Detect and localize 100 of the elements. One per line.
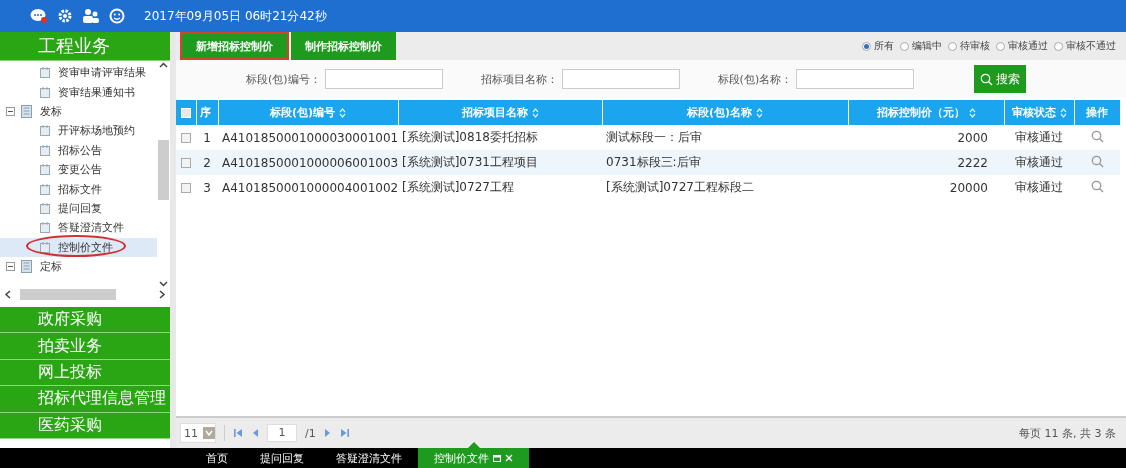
table-cell: 2222 xyxy=(957,155,988,170)
sort-icon[interactable] xyxy=(531,108,539,118)
scroll-up-icon[interactable] xyxy=(159,61,168,70)
last-page-icon[interactable] xyxy=(339,428,350,438)
tree-item[interactable]: 招标文件 xyxy=(0,179,157,199)
datetime-text: 2017年09月05日 06时21分42秒 xyxy=(144,7,327,25)
field-label: 招标项目名称： xyxy=(480,71,558,87)
scrollbar-thumb[interactable] xyxy=(158,140,169,200)
search-icon[interactable] xyxy=(1090,129,1104,143)
radio-label[interactable]: 待审核 xyxy=(960,39,990,53)
table-cell: 20000 xyxy=(949,180,988,195)
taskbar-tab[interactable]: 控制价文件 xyxy=(418,448,529,468)
table-cell: A4101850001000004001002 xyxy=(222,180,398,195)
maximize-icon[interactable] xyxy=(493,454,501,462)
radio-button[interactable] xyxy=(948,41,957,51)
radio-label[interactable]: 编辑中 xyxy=(912,39,942,53)
taskbar-tab[interactable]: 提问回复 xyxy=(244,448,320,468)
radio-button[interactable] xyxy=(900,41,909,51)
document-icon xyxy=(40,67,50,79)
toolbar-button[interactable]: 制作招标控制价 xyxy=(291,32,396,60)
tree-item[interactable]: 控制价文件 xyxy=(0,237,157,257)
table-cell: A4101850001000006001003 xyxy=(222,155,398,170)
page-size-select[interactable]: 11 xyxy=(180,423,216,443)
table-cell: 3 xyxy=(203,180,211,195)
radio-label[interactable]: 审核通过 xyxy=(1008,39,1048,53)
toolbar-button[interactable]: 新增招标控制价 xyxy=(180,32,289,60)
tree-item[interactable]: 提问回复 xyxy=(0,198,157,219)
users-icon[interactable] xyxy=(82,8,100,24)
radio-button[interactable] xyxy=(862,41,871,51)
radio-button[interactable] xyxy=(996,41,1005,51)
field-label: 标段(包)编号： xyxy=(246,71,321,87)
next-page-icon[interactable] xyxy=(323,428,332,438)
collapse-icon[interactable] xyxy=(6,262,15,272)
tree-item[interactable]: 定标 xyxy=(0,256,157,277)
search-icon[interactable] xyxy=(1090,154,1104,168)
taskbar-tab[interactable]: 答疑澄清文件 xyxy=(320,448,418,468)
tree-item[interactable]: 发标 xyxy=(0,101,157,122)
column-header: 序 xyxy=(196,100,218,125)
column-header: 操作 xyxy=(1074,100,1120,125)
sort-icon[interactable] xyxy=(1059,108,1067,118)
input-field[interactable] xyxy=(796,69,915,89)
document-icon xyxy=(40,164,50,176)
sort-icon[interactable] xyxy=(339,108,347,118)
document-icon xyxy=(40,144,50,156)
search-icon xyxy=(980,72,994,86)
checkbox[interactable] xyxy=(181,133,191,143)
tree-item[interactable]: 答疑澄清文件 xyxy=(0,218,157,238)
folder-icon xyxy=(21,104,32,118)
table-cell: 0731标段三:后审 xyxy=(606,155,701,169)
radio-label[interactable]: 所有 xyxy=(874,39,894,53)
first-page-icon[interactable] xyxy=(233,428,243,438)
scrollbar-thumb[interactable] xyxy=(20,289,116,300)
table-cell: 2000 xyxy=(957,130,988,145)
input-field[interactable] xyxy=(324,69,443,89)
scroll-left-icon[interactable] xyxy=(4,290,12,299)
page-summary: 每页 11 条, 共 3 条 xyxy=(1019,425,1117,441)
document-icon xyxy=(40,202,50,214)
page-input[interactable]: 1 xyxy=(267,424,297,442)
search-icon[interactable] xyxy=(1090,179,1104,193)
scroll-down-icon[interactable] xyxy=(159,279,168,288)
field-label: 标段(包)名称： xyxy=(717,71,793,87)
table-cell: 审核通过 xyxy=(1015,155,1063,169)
checkbox[interactable] xyxy=(181,158,191,168)
collapse-icon[interactable] xyxy=(6,106,15,116)
document-icon xyxy=(40,125,50,137)
table-cell: [系统测试]0727工程 xyxy=(402,180,514,194)
sort-icon[interactable] xyxy=(756,108,764,118)
tree-item[interactable]: 资审申请评审结果 xyxy=(0,63,157,83)
document-icon xyxy=(40,183,50,195)
table-cell: 审核通过 xyxy=(1015,130,1063,144)
dropdown-arrow-icon[interactable] xyxy=(203,427,215,439)
sort-icon[interactable] xyxy=(968,108,976,118)
radio-label[interactable]: 审核不通过 xyxy=(1066,39,1116,53)
table-cell: A4101850001000030001001 xyxy=(222,130,398,145)
smiley-icon[interactable] xyxy=(109,8,125,24)
tree-item[interactable]: 变更公告 xyxy=(0,159,157,180)
document-icon xyxy=(40,241,50,253)
table-cell: 2 xyxy=(203,155,211,170)
radio-button[interactable] xyxy=(1054,41,1063,51)
tree-item[interactable]: 招标公告 xyxy=(0,140,157,160)
folder-icon xyxy=(21,260,32,274)
table-cell: [系统测试]0731工程项目 xyxy=(402,155,538,169)
table-cell: 1 xyxy=(203,130,211,145)
search-button[interactable]: 搜索 xyxy=(974,65,1027,93)
previous-page-icon[interactable] xyxy=(251,428,259,438)
document-icon xyxy=(40,86,50,98)
tree-item[interactable]: 资审结果通知书 xyxy=(0,82,157,102)
document-icon xyxy=(40,222,50,234)
page-total: /1 xyxy=(305,426,316,440)
table-cell: [系统测试]0727工程标段二 xyxy=(606,180,754,194)
settings-icon[interactable] xyxy=(57,8,73,24)
taskbar-tab[interactable]: 首页 xyxy=(190,448,244,468)
tree-item[interactable]: 开评标场地预约 xyxy=(0,121,157,141)
checkbox[interactable] xyxy=(181,183,191,193)
table-cell: 审核通过 xyxy=(1015,180,1063,194)
chat-icon[interactable] xyxy=(30,8,48,24)
table-cell: 测试标段一：后审 xyxy=(606,130,702,144)
scroll-right-icon[interactable] xyxy=(158,290,166,299)
close-icon[interactable] xyxy=(505,454,513,462)
input-field[interactable] xyxy=(561,69,680,89)
